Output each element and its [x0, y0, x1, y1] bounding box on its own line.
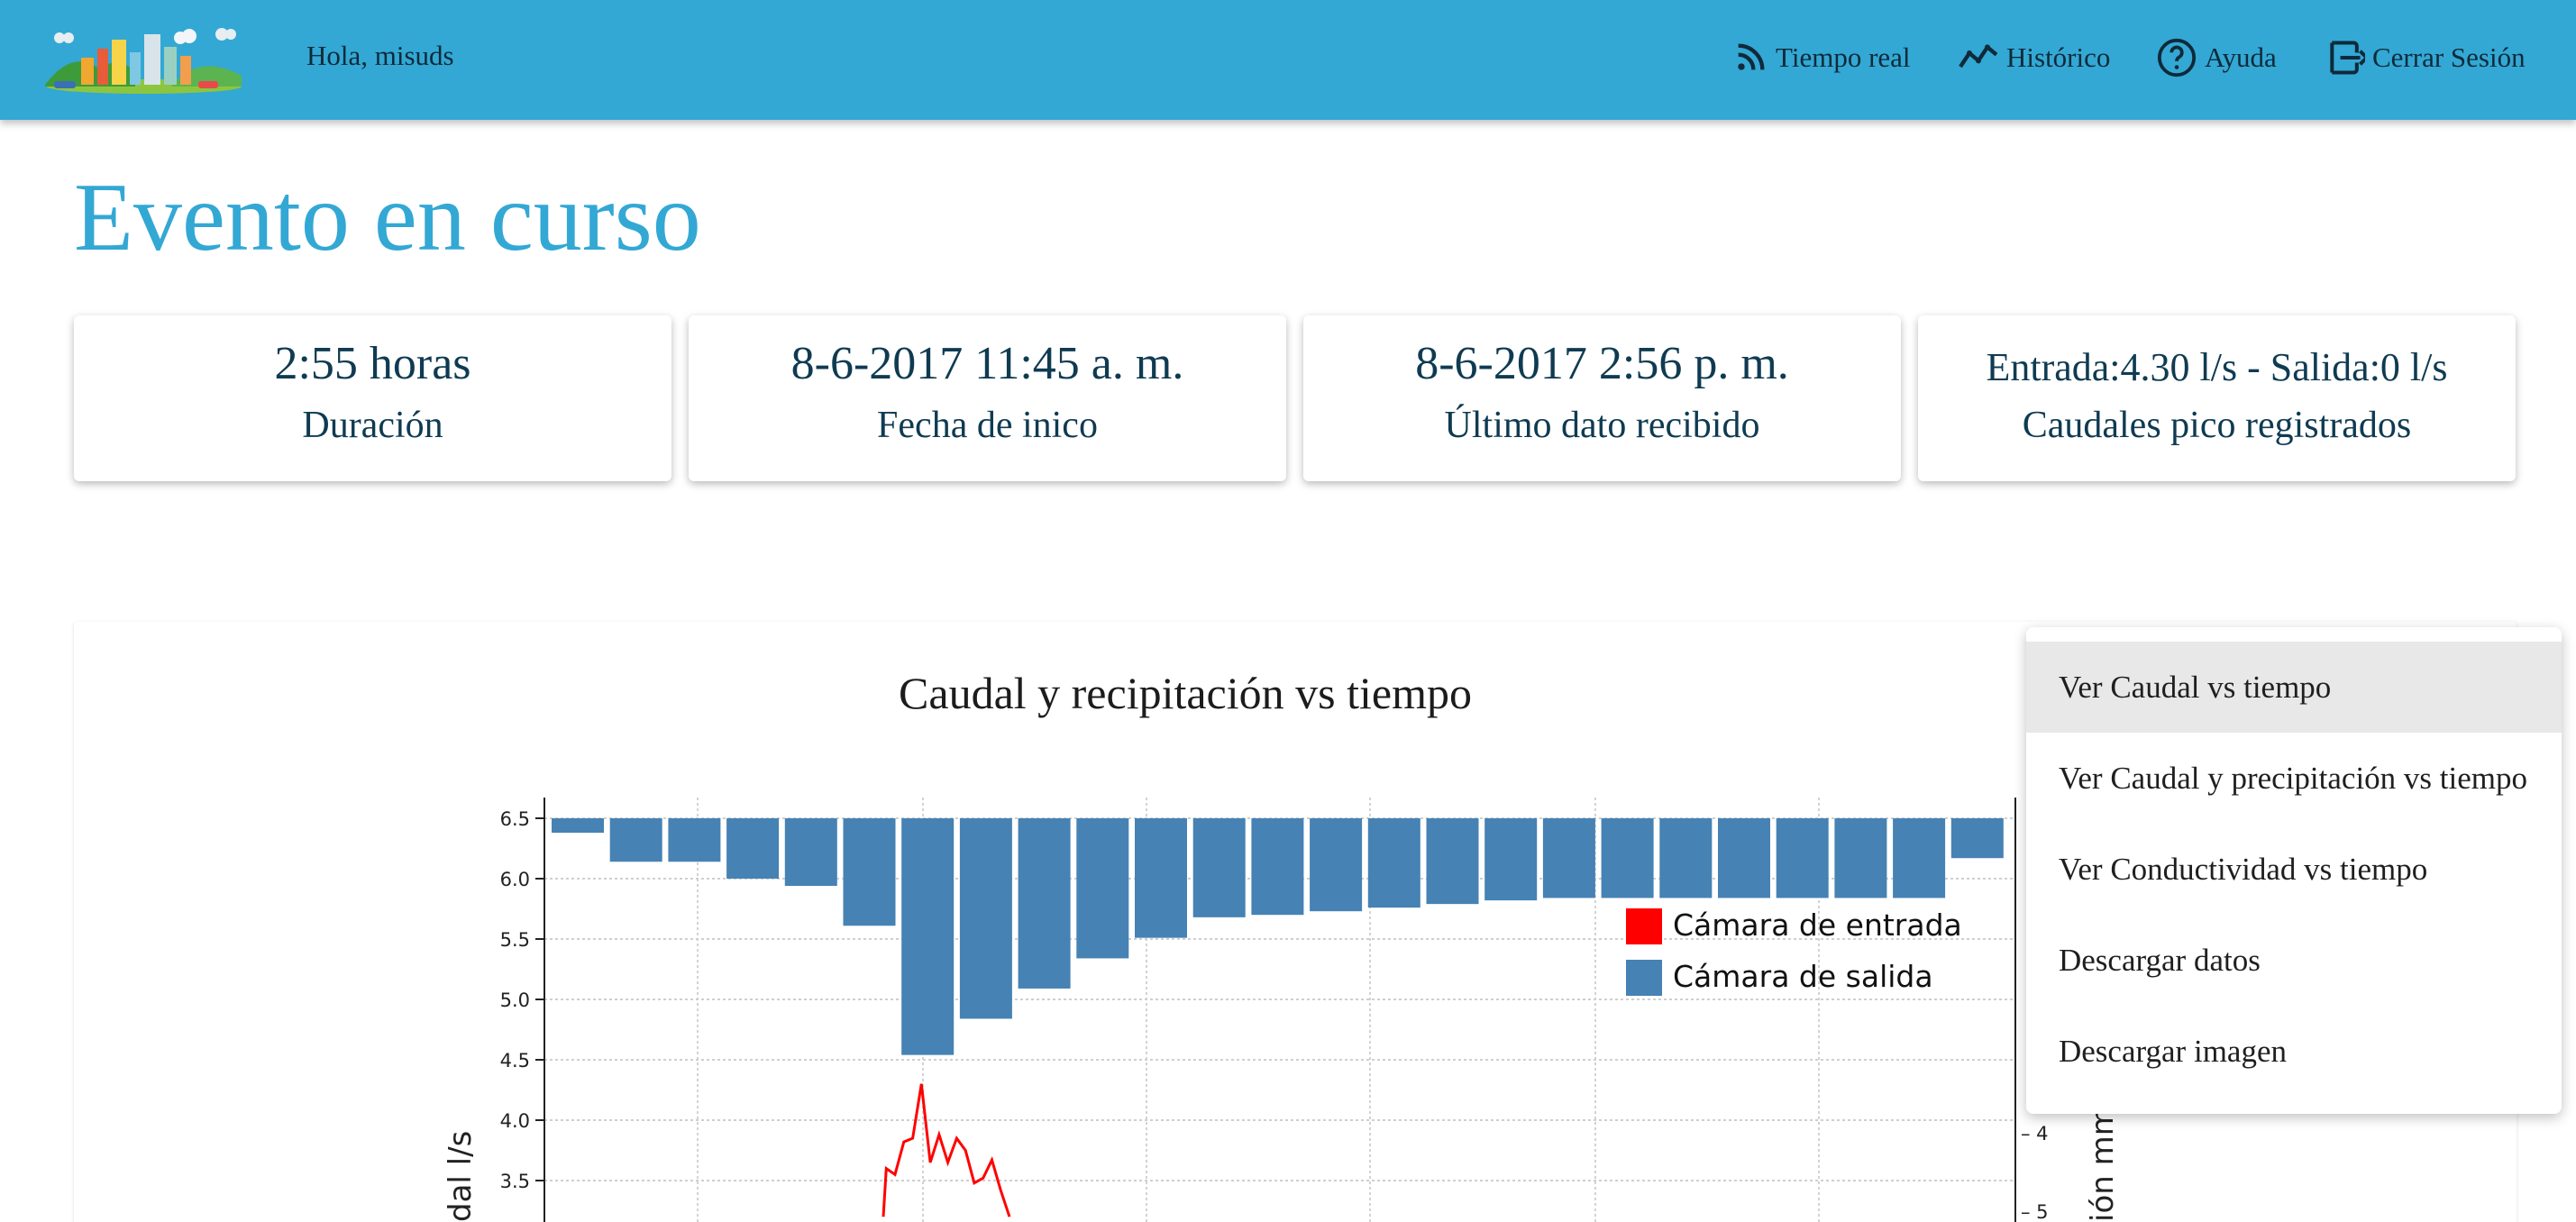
- bar-camara-salida: [1776, 818, 1829, 898]
- legend-label: Cámara de entrada: [1673, 907, 1962, 943]
- y-tick-label-right: – 5: [2021, 1201, 2049, 1222]
- legend-swatch: [1626, 960, 1662, 996]
- menu-item-caudal-precipitacion[interactable]: Ver Caudal y precipitación vs tiempo: [2026, 733, 2562, 824]
- y-tick-label: 5.0: [500, 989, 530, 1011]
- bar-camara-salida: [1542, 818, 1595, 898]
- bar-camara-salida: [1950, 818, 2004, 859]
- bar-camara-salida: [901, 818, 955, 1055]
- legend-label: Cámara de salida: [1673, 959, 1933, 994]
- y-axis-label-right: ión mm/: [2085, 1095, 2121, 1222]
- bar-camara-salida: [1834, 818, 1887, 898]
- bar-camara-salida: [668, 818, 721, 862]
- y-tick-label: 4.5: [500, 1050, 530, 1072]
- chart-options-menu: Ver Caudal vs tiempo Ver Caudal y precip…: [2026, 627, 2562, 1114]
- bar-camara-salida: [784, 818, 837, 887]
- bar-camara-salida: [1135, 818, 1187, 938]
- y-tick-label: 3.5: [500, 1171, 530, 1192]
- y-tick-label: 6.5: [500, 808, 530, 830]
- bar-camara-salida: [1310, 818, 1363, 912]
- bar-camara-salida: [1718, 818, 1770, 898]
- menu-item-descargar-imagen[interactable]: Descargar imagen: [2026, 1006, 2562, 1097]
- legend-swatch: [1626, 908, 1662, 944]
- bar-camara-salida: [1076, 818, 1129, 959]
- bar-camara-salida: [726, 818, 780, 879]
- y-tick-label: 4.0: [500, 1110, 530, 1132]
- bar-camara-salida: [1893, 818, 1946, 898]
- y-tick-label-right: – 4: [2021, 1123, 2049, 1144]
- bar-camara-salida: [1367, 818, 1420, 908]
- menu-item-caudal[interactable]: Ver Caudal vs tiempo: [2026, 642, 2562, 733]
- bar-camara-salida: [552, 818, 604, 834]
- bar-camara-salida: [1018, 818, 1071, 989]
- bar-camara-salida: [1426, 818, 1479, 905]
- bar-camara-salida: [1601, 818, 1654, 898]
- bar-camara-salida: [1251, 818, 1304, 916]
- menu-item-conductividad[interactable]: Ver Conductividad vs tiempo: [2026, 824, 2562, 915]
- line-camara-entrada: [882, 1083, 1011, 1217]
- y-axis-label-left: dal l/s: [443, 1131, 479, 1222]
- y-tick-label: 5.5: [500, 929, 530, 951]
- bar-camara-salida: [609, 818, 662, 862]
- bar-camara-salida: [959, 818, 1012, 1019]
- bar-camara-salida: [1484, 818, 1538, 901]
- menu-item-descargar-datos[interactable]: Descargar datos: [2026, 915, 2562, 1006]
- bar-camara-salida: [1659, 818, 1713, 898]
- bar-camara-salida: [843, 818, 896, 926]
- bar-camara-salida: [1192, 818, 1246, 917]
- y-tick-label: 6.0: [500, 869, 530, 890]
